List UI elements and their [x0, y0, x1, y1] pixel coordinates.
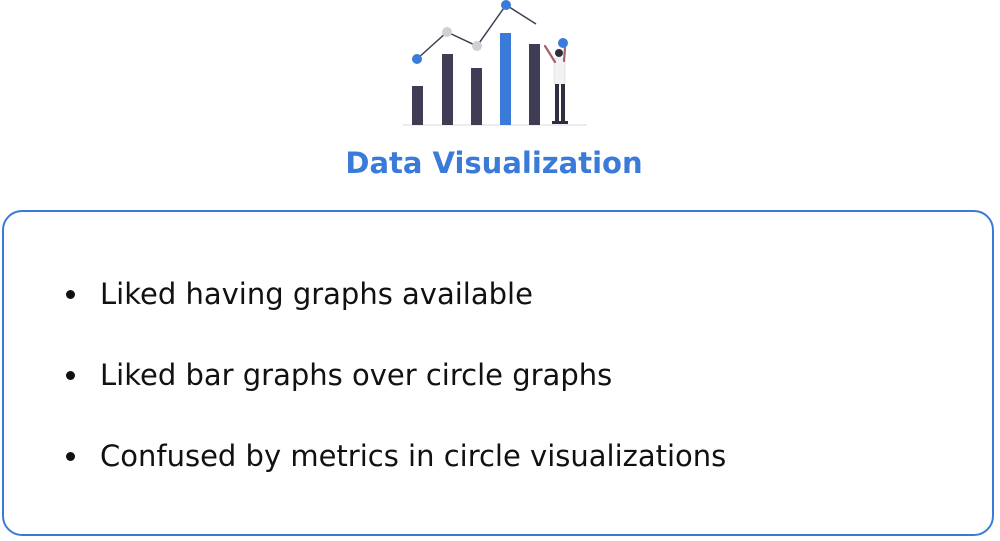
bullet-icon [66, 290, 75, 299]
illustration-bar-5 [529, 44, 540, 125]
list-item: Confused by metrics in circle visualizat… [60, 436, 726, 517]
bullet-icon [66, 371, 75, 380]
data-visualization-illustration-icon [403, 0, 587, 126]
findings-list: Liked having graphs available Liked bar … [60, 274, 726, 517]
illustration-bar-4 [500, 33, 511, 125]
slide-title: Data Visualization [345, 146, 643, 180]
illustration-bar-2 [442, 54, 453, 125]
list-item: Liked bar graphs over circle graphs [60, 355, 726, 436]
findings-card: Liked having graphs available Liked bar … [2, 210, 994, 536]
illustration-dot-4 [501, 0, 511, 10]
list-item-text: Liked having graphs available [100, 277, 533, 311]
slide: Data Visualization Liked having graphs a… [0, 0, 1000, 541]
illustration-dot-3 [472, 41, 482, 51]
illustration-dot-2 [442, 27, 452, 37]
illustration-dot-1 [412, 54, 422, 64]
list-item: Liked having graphs available [60, 274, 726, 355]
illustration-bar-3 [471, 68, 482, 125]
illustration-person [543, 38, 568, 124]
list-item-text: Liked bar graphs over circle graphs [100, 358, 613, 392]
illustration-bar-1 [412, 86, 423, 125]
illustration-held-dot [558, 38, 568, 48]
bullet-icon [66, 452, 75, 461]
list-item-text: Confused by metrics in circle visualizat… [100, 439, 727, 473]
